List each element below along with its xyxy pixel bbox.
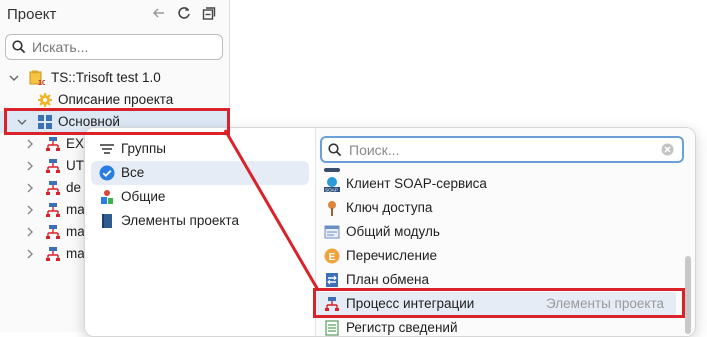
highlight-connector xyxy=(223,129,320,291)
highlight-connector-line xyxy=(223,129,320,291)
